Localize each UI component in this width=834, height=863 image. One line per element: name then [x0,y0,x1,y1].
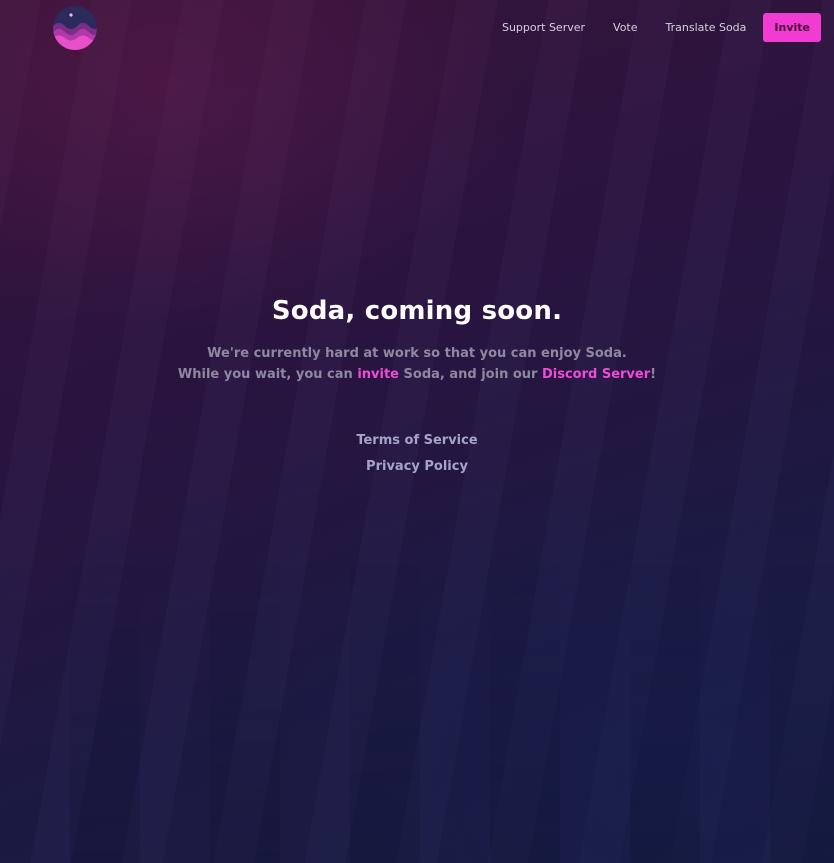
hero-title: Soda, coming soon. [271,296,563,326]
terms-of-service-link[interactable]: Terms of Service [0,428,834,454]
nav-vote-link[interactable]: Vote [613,21,637,34]
hero-description: We're currently hard at work so that you… [0,343,834,385]
privacy-policy-link[interactable]: Privacy Policy [0,454,834,480]
hero-line-1: We're currently hard at work so that you… [207,346,627,361]
nav-translate-link[interactable]: Translate Soda [666,21,747,34]
background-bars [0,563,834,863]
hero-line-2-middle: Soda, and join our [399,367,542,382]
top-nav: Support Server Vote Translate Soda Invit… [502,13,821,42]
hero-line-2-suffix: ! [650,367,657,382]
soda-logo-icon[interactable] [53,6,97,50]
hero-section: Soda, coming soon. We're currently hard … [0,296,834,385]
discord-server-link[interactable]: Discord Server [542,367,650,382]
nav-support-server-link[interactable]: Support Server [502,21,585,34]
hero-line-2-prefix: While you wait, you can [177,367,358,382]
footer-links: Terms of Service Privacy Policy [0,428,834,480]
invite-link[interactable]: invite [357,367,399,382]
hero-line-2: While you wait, you can invite Soda, and… [0,364,834,385]
invite-button[interactable]: Invite [763,13,821,42]
